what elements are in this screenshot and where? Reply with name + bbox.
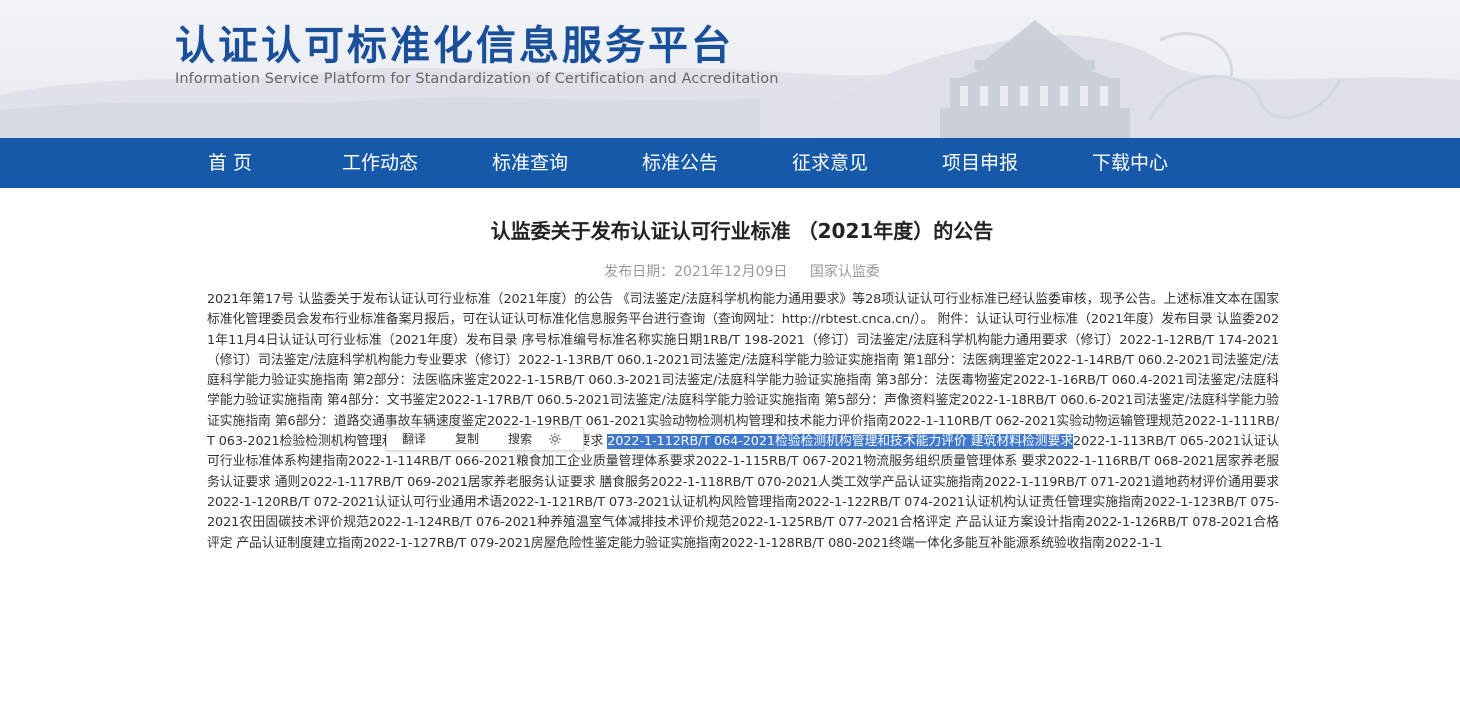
- nav-item-download-center[interactable]: 下载中心: [1092, 138, 1168, 188]
- body-text-before-selection: 2021年第17号 认监委关于发布认证认可行业标准（2021年度）的公告 《司法…: [207, 292, 1279, 450]
- copy-button[interactable]: 复制: [440, 428, 493, 450]
- selected-text[interactable]: 2022-1-112RB/T 064-2021检验检测机构管理和技术能力评价 建…: [607, 434, 1073, 450]
- nav-item-standard-query[interactable]: 标准查询: [492, 138, 568, 188]
- site-subtitle: Information Service Platform for Standar…: [175, 71, 779, 87]
- body-text-after-selection: 2022-1-113RB/T 065-2021认证认可行业标准体系构建指南202…: [207, 434, 1280, 551]
- article-source: 国家认监委: [809, 264, 880, 280]
- article-body[interactable]: 2021年第17号 认监委关于发布认证认可行业标准（2021年度）的公告 《司法…: [207, 290, 1279, 554]
- article-meta: 发布日期：2021年12月09日 国家认监委: [0, 262, 1460, 282]
- selection-context-menu: 翻译 复制 搜索: [386, 427, 584, 451]
- nav-item-solicit-opinions[interactable]: 征求意见: [792, 138, 868, 188]
- search-button[interactable]: 搜索: [493, 428, 546, 450]
- nav-item-standard-announcement[interactable]: 标准公告: [642, 138, 718, 188]
- nav-item-home[interactable]: 首 页: [208, 138, 252, 188]
- header-banner: 认证认可标准化信息服务平台 Information Service Platfo…: [0, 0, 1460, 138]
- gear-icon[interactable]: [548, 432, 562, 446]
- nav-item-project-application[interactable]: 项目申报: [942, 138, 1018, 188]
- article-title: 认监委关于发布认证认可行业标准 （2021年度）的公告: [490, 219, 994, 243]
- main-navigation: 首 页 工作动态 标准查询 标准公告 征求意见 项目申报 下载中心: [0, 138, 1460, 188]
- publish-date: 发布日期：2021年12月09日: [604, 264, 788, 280]
- site-title: 认证认可标准化信息服务平台: [175, 23, 734, 69]
- nav-item-work-news[interactable]: 工作动态: [342, 138, 418, 188]
- translate-button[interactable]: 翻译: [387, 428, 440, 450]
